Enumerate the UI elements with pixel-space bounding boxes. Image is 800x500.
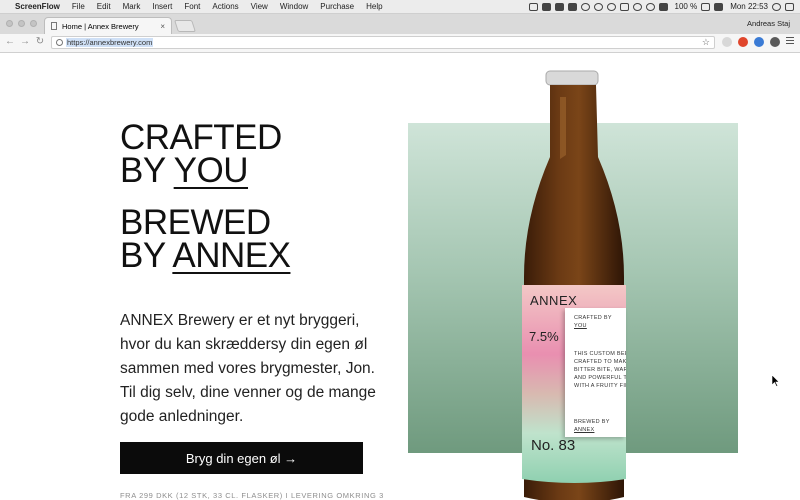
forward-arrow-icon[interactable]: → <box>19 36 31 47</box>
label-info-card: CRAFTED BY YOU THIS CUSTOM BEER CRAFTED … <box>565 308 626 437</box>
intro-paragraph: ANNEX Brewery er et nyt bryggeri, hvor d… <box>120 312 376 425</box>
menu-help[interactable]: Help <box>366 2 382 11</box>
label-brand: ANNEX <box>530 293 578 308</box>
price-footnote: FRA 299 DKK (12 STK, 33 CL. FLASKER) I L… <box>120 491 384 500</box>
card-desc-line-1: THIS CUSTOM BEER <box>574 351 626 357</box>
mouse-cursor-icon <box>772 375 780 387</box>
label-abv: 7.5% <box>529 329 559 344</box>
tab-title: Home | Annex Brewery <box>62 21 139 31</box>
extension-icon-4[interactable] <box>770 37 780 47</box>
minimize-window-icon[interactable] <box>18 20 25 27</box>
profile-name[interactable]: Andreas Staj <box>747 19 790 28</box>
headline-by-you: BY YOU <box>120 151 282 190</box>
headline-word-crafted: CRAFTED <box>120 118 282 157</box>
opera-extension-icon[interactable] <box>738 37 748 47</box>
evernote-icon[interactable] <box>567 2 577 11</box>
bookmark-star-icon[interactable]: ☆ <box>702 37 710 48</box>
menu-font[interactable]: Font <box>184 2 200 11</box>
site-info-icon[interactable] <box>56 39 63 46</box>
menu-edit[interactable]: Edit <box>97 2 111 11</box>
battery-icon[interactable] <box>701 2 711 11</box>
menu-purchase[interactable]: Purchase <box>320 2 354 11</box>
alert-icon[interactable] <box>580 2 590 11</box>
menu-file[interactable]: File <box>72 2 85 11</box>
browser-tab-strip: Home | Annex Brewery × Andreas Staj <box>0 14 800 34</box>
headline-link-annex[interactable]: ANNEX <box>172 236 291 275</box>
card-brewed-by: BREWED BY <box>574 419 610 425</box>
reload-icon[interactable]: ↻ <box>34 36 46 47</box>
macos-menubar: ScreenFlow File Edit Mark Insert Font Ac… <box>0 0 800 14</box>
menu-app-name[interactable]: ScreenFlow <box>15 2 60 11</box>
browser-menu-icon[interactable] <box>786 37 794 46</box>
new-tab-button[interactable] <box>174 20 196 32</box>
window-controls <box>6 20 42 27</box>
label-number: No. 83 <box>531 437 576 454</box>
headline-word-brewed: BREWED <box>120 203 271 242</box>
browser-tab-active[interactable]: Home | Annex Brewery × <box>44 17 172 34</box>
bottle-highlight <box>560 97 566 159</box>
headline-brewed: BREWED BY ANNEX <box>120 203 291 275</box>
card-desc-line-2: CRAFTED TO MAKE <box>574 359 626 365</box>
tab-close-icon[interactable]: × <box>160 22 165 31</box>
camera-icon[interactable] <box>541 2 551 11</box>
volume-icon[interactable] <box>658 2 668 11</box>
shield-icon[interactable] <box>606 2 616 11</box>
notification-center-icon[interactable] <box>785 2 794 11</box>
menubar-clock[interactable]: Mon 22:53 <box>730 2 768 11</box>
headline-by: BY <box>120 151 166 190</box>
url-text[interactable]: https://annexbrewery.com <box>66 38 154 47</box>
wifi-icon[interactable] <box>645 2 655 11</box>
spotlight-search-icon[interactable] <box>772 2 781 11</box>
card-desc-line-3: BITTER BITE, WARM <box>574 367 626 373</box>
brew-your-beer-button[interactable]: Bryg din egen øl → <box>120 442 363 474</box>
card-desc-line-5: WITH A FRUITY FIN <box>574 383 626 389</box>
battery-percent[interactable]: 100 % <box>675 2 698 11</box>
card-crafted-name: YOU <box>574 323 587 329</box>
extension-icon-3[interactable] <box>754 37 764 47</box>
card-desc-line-4: AND POWERFUL TAS <box>574 375 626 381</box>
time-machine-icon[interactable] <box>632 2 642 11</box>
menu-actions[interactable]: Actions <box>212 2 238 11</box>
menu-window[interactable]: Window <box>280 2 308 11</box>
bluetooth-icon[interactable] <box>619 2 629 11</box>
menu-view[interactable]: View <box>251 2 268 11</box>
browser-toolbar: ← → ↻ https://annexbrewery.com ☆ <box>0 34 800 53</box>
menu-mark[interactable]: Mark <box>123 2 141 11</box>
headline-crafted: CRAFTED BY YOU <box>120 118 282 190</box>
headline-by-2: BY <box>120 236 166 275</box>
card-brewed-name: ANNEX <box>574 427 595 433</box>
menu-insert[interactable]: Insert <box>152 2 172 11</box>
close-window-icon[interactable] <box>6 20 13 27</box>
headline-by-annex: BY ANNEX <box>120 236 291 275</box>
address-bar[interactable]: https://annexbrewery.com ☆ <box>51 36 715 49</box>
page-viewport: CRAFTED BY YOU BREWED BY ANNEX ANNEX Bre… <box>0 53 800 500</box>
headline-link-you[interactable]: YOU <box>174 151 249 190</box>
sync-icon[interactable] <box>593 2 603 11</box>
card-crafted-by: CRAFTED BY <box>574 315 612 321</box>
dropbox-icon[interactable] <box>554 2 564 11</box>
back-arrow-icon[interactable]: ← <box>4 36 16 47</box>
screen-record-icon[interactable] <box>528 2 538 11</box>
bottle-cap-icon <box>545 70 599 86</box>
extension-icon-1[interactable] <box>722 37 732 47</box>
zoom-window-icon[interactable] <box>30 20 37 27</box>
page-favicon-icon <box>51 22 57 30</box>
flag-icon[interactable] <box>714 2 724 11</box>
